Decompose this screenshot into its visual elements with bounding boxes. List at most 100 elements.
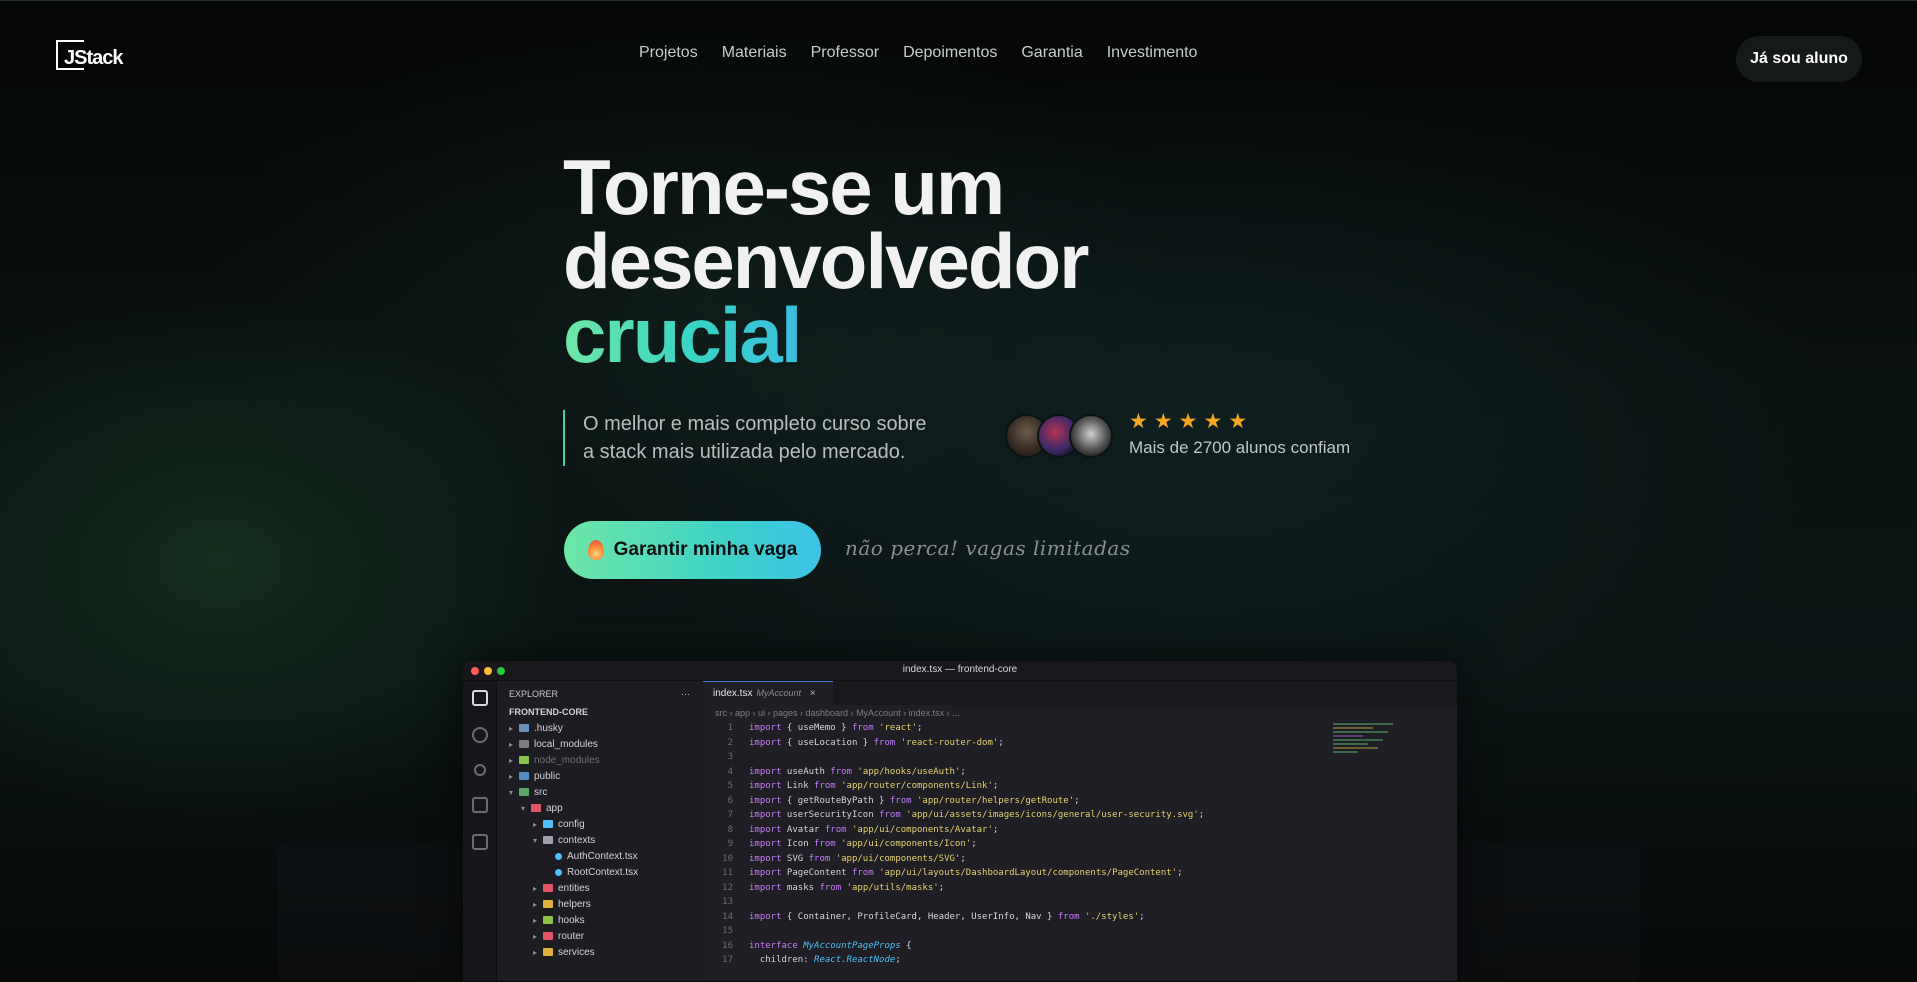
code-line: 7 import userSecurityIcon from 'app/ui/as…	[703, 808, 1333, 823]
tab-file-name: index.tsx	[713, 688, 753, 699]
top-border	[0, 0, 1917, 1]
chevron-icon: ▸	[509, 772, 514, 781]
code-text: import { useMemo } from 'react';	[749, 723, 923, 733]
chevron-icon: ▸	[533, 948, 538, 957]
cta-button[interactable]: Garantir minha vaga	[564, 521, 821, 579]
file-tree-item[interactable]: RootContext.tsx	[497, 865, 702, 881]
hero-subtitle-line2: a stack mais utilizada pelo mercado.	[583, 441, 906, 463]
file-tree-item[interactable]: ▾ src	[497, 785, 702, 801]
line-number: 12	[722, 882, 733, 893]
file-icon	[555, 869, 562, 876]
chevron-icon: ▾	[521, 804, 526, 813]
student-avatars	[1005, 414, 1115, 458]
code-text: import Icon from 'app/ui/components/Icon…	[749, 839, 977, 849]
folder-icon	[543, 916, 553, 924]
avatar	[1069, 414, 1113, 458]
code-line: 13	[703, 895, 1333, 910]
code-text: interface MyAccountPageProps {	[749, 940, 912, 951]
folder-icon	[543, 820, 553, 828]
line-number: 3	[727, 752, 733, 762]
file-tree-item[interactable]: ▸ node_modules	[497, 753, 702, 769]
file-tree: ▸ .husky ▸ local_modules ▸ node_modules ▸ publi…	[497, 721, 702, 961]
chevron-icon: ▸	[533, 900, 538, 909]
code-editor-window: index.tsx — frontend-core EXPLORER ··· F…	[463, 661, 1457, 981]
nav-link-investimento[interactable]: Investimento	[1107, 44, 1198, 62]
explorer-label: EXPLORER	[509, 689, 559, 699]
window-titlebar: index.tsx — frontend-core	[463, 661, 1457, 681]
close-icon[interactable]: ×	[810, 688, 816, 699]
file-tree-item[interactable]: ▸ hooks	[497, 913, 702, 929]
file-tree-item[interactable]: ▸ helpers	[497, 897, 702, 913]
file-tree-item[interactable]: ▸ services	[497, 945, 702, 961]
file-tree-label: public	[534, 771, 561, 782]
code-text: import { Container, ProfileCard, Header,…	[749, 911, 1145, 922]
line-number: 17	[722, 955, 733, 965]
line-number: 15	[722, 926, 733, 936]
explorer-panel: EXPLORER ··· FRONTEND-CORE ▸ .husky ▸ local…	[497, 681, 702, 981]
code-line: 11 import PageContent from 'app/ui/layout…	[703, 866, 1333, 881]
folder-icon	[519, 756, 529, 764]
code-line: 16 interface MyAccountPageProps {	[703, 939, 1333, 954]
file-tree-label: node_modules	[534, 755, 600, 766]
file-tree-item[interactable]: ▸ entities	[497, 881, 702, 897]
extensions-icon	[471, 834, 488, 850]
chevron-icon: ▸	[533, 932, 538, 941]
code-text: import { getRouteByPath } from 'app/rout…	[749, 795, 1080, 806]
chevron-icon: ▸	[533, 916, 538, 925]
file-tree-item[interactable]: ▾ app	[497, 801, 702, 817]
line-number: 7	[727, 810, 733, 820]
hero-subtitle: O melhor e mais completo curso sobre a s…	[563, 410, 983, 466]
nav-link-depoimentos[interactable]: Depoimentos	[903, 44, 997, 62]
file-tree-label: src	[534, 787, 548, 798]
folder-icon	[543, 932, 553, 940]
file-tree-item[interactable]: ▸ local_modules	[497, 737, 702, 753]
fire-icon	[587, 540, 604, 560]
minimap	[1333, 721, 1413, 861]
code-text: import { useLocation } from 'react-route…	[749, 737, 1004, 748]
nav-link-materiais[interactable]: Materiais	[722, 44, 787, 62]
tab-index-tsx[interactable]: index.tsx MyAccount ×	[703, 681, 833, 705]
code-text: import useAuth from 'app/hooks/useAuth';	[749, 766, 966, 777]
rating-text: Mais de 2700 alunos confiam	[1129, 438, 1351, 457]
line-number: 6	[727, 795, 733, 806]
logo-text: JStack	[64, 47, 123, 69]
hero-title-highlight: crucial	[563, 291, 802, 379]
star-icon: ★	[1129, 410, 1148, 433]
chevron-icon: ▸	[533, 820, 538, 829]
folder-icon	[543, 884, 553, 892]
line-number: 13	[722, 897, 733, 907]
file-tree-item[interactable]: ▾ contexts	[497, 833, 702, 849]
tab-context: MyAccount	[756, 688, 801, 698]
code-text: import SVG from 'app/ui/components/SVG';	[749, 853, 966, 864]
folder-icon	[519, 724, 529, 732]
code-line: 10 import SVG from 'app/ui/components/SVG…	[703, 852, 1333, 867]
star-icon: ★	[1178, 410, 1198, 433]
chevron-icon: ▸	[509, 724, 514, 733]
nav-link-projetos[interactable]: Projetos	[639, 44, 698, 62]
nav-link-professor[interactable]: Professor	[811, 44, 879, 62]
line-number: 8	[727, 824, 733, 835]
student-login-button[interactable]: Já sou aluno	[1736, 36, 1862, 82]
folder-icon	[543, 948, 553, 956]
run-debug-icon	[471, 797, 488, 813]
folder-icon	[519, 740, 529, 748]
file-tree-item[interactable]: ▸ router	[497, 929, 702, 945]
line-number: 2	[727, 737, 733, 748]
file-tree-label: app	[546, 803, 563, 814]
star-icon: ★	[1228, 410, 1248, 433]
line-number: 11	[722, 868, 733, 878]
folder-icon	[531, 804, 541, 812]
file-tree-item[interactable]: ▸ config	[497, 817, 702, 833]
file-tree-item[interactable]: ▸ public	[497, 769, 702, 785]
hero-title: Torne-se um desenvolvedor crucial	[563, 148, 1090, 374]
file-tree-item[interactable]: ▸ .husky	[497, 721, 702, 737]
code-line: 3	[703, 750, 1333, 765]
chevron-icon: ▸	[509, 740, 514, 749]
search-icon	[471, 727, 488, 743]
file-tree-label: router	[558, 931, 585, 942]
nav-link-garantia[interactable]: Garantia	[1021, 44, 1082, 62]
jstack-logo[interactable]: JStack	[56, 40, 130, 74]
file-tree-item[interactable]: AuthContext.tsx	[497, 849, 702, 865]
line-number: 9	[727, 839, 733, 849]
file-tree-label: AuthContext.tsx	[567, 851, 638, 862]
